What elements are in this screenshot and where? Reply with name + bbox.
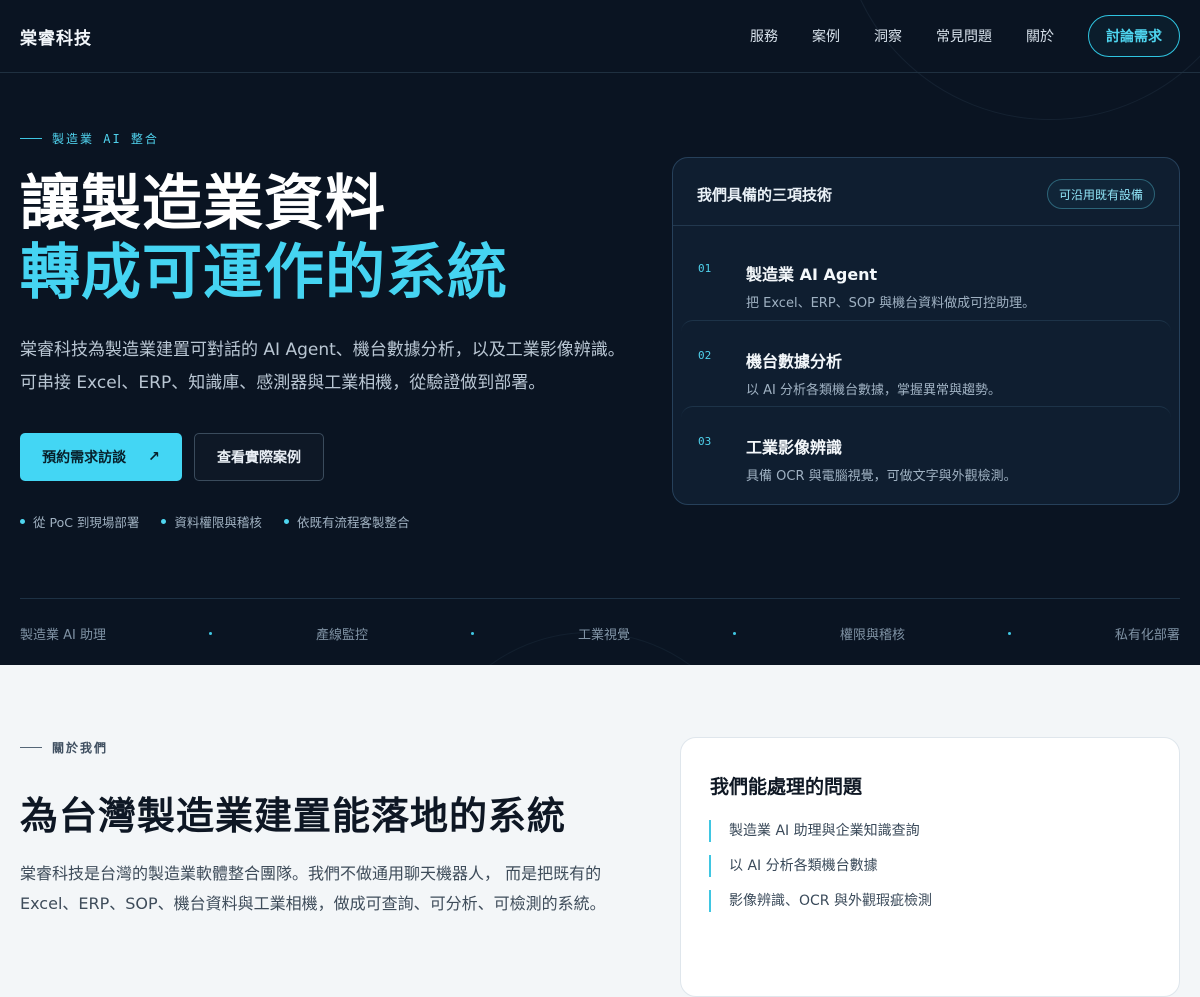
eyebrow-divider [20,747,42,748]
nav-link-cases[interactable]: 案例 [812,26,840,46]
problems-card-title: 我們能處理的問題 [710,776,863,798]
about-description: 棠睿科技是台灣的製造業軟體整合團隊。我們不做通用聊天機器人， 而是把既有的 Ex… [20,864,606,913]
ticker-item: 製造業 AI 助理 [20,628,106,643]
top-navigation: 棠睿科技 服務 案例 洞察 常見問題 關於 討論需求 [0,0,1200,73]
tech-item-name: 工業影像辨識 [746,438,843,457]
hero-feature-list: 從 PoC 到現場部署 資料權限與稽核 依既有流程客製整合 [20,512,409,531]
ticker-dot-icon [733,632,737,635]
bullet-dot-icon [20,519,25,524]
tech-card-title: 我們具備的三項技術 [697,186,833,204]
tech-item-vision[interactable]: 03 工業影像辨識 具備 OCR 與電腦視覺，可做文字與外觀檢測。 [681,406,1171,492]
hero-title-line1: 讓製造業資料 [20,169,386,239]
ticker-dot-icon [471,632,475,635]
eyebrow-divider [20,138,42,139]
view-cases-button[interactable]: 查看實際案例 [194,433,324,481]
bullet-dot-icon [161,519,167,524]
tech-item-description: 具備 OCR 與電腦視覺，可做文字與外觀檢測。 [746,469,1017,484]
problem-item: 影像辨識、OCR 與外觀瑕疵檢測 [709,890,932,912]
feature-label: 依既有流程客製整合 [296,515,410,530]
feature-item: 依既有流程客製整合 [283,512,410,531]
about-title: 為台灣製造業建置能落地的系統 [20,794,567,838]
tech-item-name: 機台數據分析 [746,352,843,371]
tech-item-name: 製造業 AI Agent [746,265,878,284]
hero-eyebrow: 製造業 AI 整合 [20,130,159,147]
tech-item-description: 以 AI 分析各類機台數據，掌握異常與趨勢。 [746,383,1001,398]
feature-label: 從 PoC 到現場部署 [33,515,140,530]
tech-item-machine-data[interactable]: 02 機台數據分析 以 AI 分析各類機台數據，掌握異常與趨勢。 [681,320,1171,406]
problems-list: 製造業 AI 助理與企業知識查詢 以 AI 分析各類機台數據 影像辨識、OCR … [709,820,932,925]
ticker-dot-icon [209,632,213,635]
problem-item: 製造業 AI 助理與企業知識查詢 [709,820,932,842]
tech-item-number: 02 [698,349,712,362]
feature-item: 從 PoC 到現場部署 [20,512,139,531]
hero-description: 棠睿科技為製造業建置可對話的 AI Agent、機台數據分析，以及工業影像辨識。… [20,340,625,393]
feature-label: 資料權限與稽核 [174,515,262,530]
tech-item-number: 03 [698,435,712,448]
ticker-item: 權限與稽核 [839,628,905,643]
ticker-dot-icon [1008,632,1012,635]
about-section: 關於我們 為台灣製造業建置能落地的系統 棠睿科技是台灣的製造業軟體整合團隊。我們… [0,665,1200,997]
brand-logo[interactable]: 棠睿科技 [20,24,92,49]
eyebrow-label: 製造業 AI 整合 [52,132,159,146]
about-eyebrow-label: 關於我們 [52,741,109,755]
arrow-up-right-icon: ↗ [148,449,160,465]
ticker-item: 私有化部署 [1114,628,1180,643]
tech-item-number: 01 [698,262,712,275]
keyword-ticker: 製造業 AI 助理 產線監控 工業視覺 權限與稽核 私有化部署 [20,624,1180,643]
tech-item-ai-agent[interactable]: 01 製造業 AI Agent 把 Excel、ERP、SOP 與機台資料做成可… [681,234,1171,320]
nav-link-services[interactable]: 服務 [750,26,778,46]
equipment-badge: 可沿用既有設備 [1046,179,1155,209]
about-eyebrow: 關於我們 [20,739,108,756]
book-interview-button[interactable]: 預約需求訪談 ↗ [20,433,182,481]
ticker-item: 產線監控 [315,628,368,643]
discuss-needs-button[interactable]: 討論需求 [1088,15,1180,57]
nav-link-about[interactable]: 關於 [1026,26,1054,46]
tech-item-description: 把 Excel、ERP、SOP 與機台資料做成可控助理。 [746,296,1036,311]
bullet-dot-icon [283,519,289,524]
hero-section: 棠睿科技 服務 案例 洞察 常見問題 關於 討論需求 製造業 AI 整合 讓製造… [0,0,1200,665]
nav-links: 服務 案例 洞察 常見問題 關於 [750,26,1054,46]
nav-link-faq[interactable]: 常見問題 [936,26,992,46]
problems-card: 我們能處理的問題 製造業 AI 助理與企業知識查詢 以 AI 分析各類機台數據 … [680,737,1180,997]
problem-item: 以 AI 分析各類機台數據 [709,855,932,877]
tech-card-header: 我們具備的三項技術 可沿用既有設備 [673,158,1179,226]
hero-title-line2: 轉成可運作的系統 [20,238,508,308]
book-interview-label: 預約需求訪談 [42,450,127,466]
tech-capabilities-card: 我們具備的三項技術 可沿用既有設備 01 製造業 AI Agent 把 Exce… [672,157,1180,505]
ticker-item: 工業視覺 [577,628,630,643]
nav-link-insights[interactable]: 洞察 [874,26,902,46]
ticker-divider [20,598,1180,599]
feature-item: 資料權限與稽核 [161,512,262,531]
